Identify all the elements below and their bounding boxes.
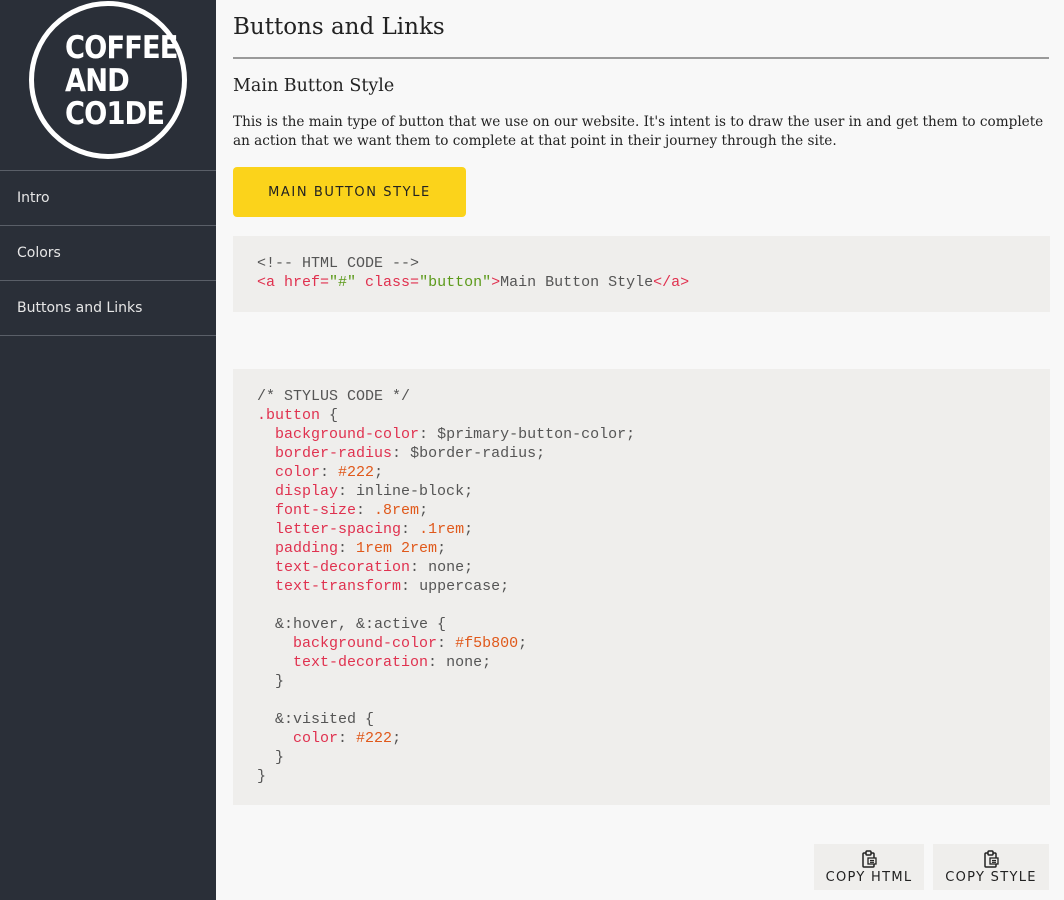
code-property: border-radius — [275, 445, 393, 462]
code-value: uppercase — [419, 578, 501, 595]
code-value: $border-radius — [410, 445, 537, 462]
code-selector: &:visited — [275, 711, 357, 728]
code-text: Main Button Style — [500, 274, 654, 291]
code-value: #f5b800 — [455, 635, 519, 652]
html-code-block[interactable]: <!-- HTML CODE --> <a href="#" class="bu… — [233, 236, 1050, 312]
clipboard-icon — [983, 850, 999, 868]
copy-html-label: COPY HTML — [825, 870, 913, 885]
code-value: none — [446, 654, 483, 671]
code-property: display — [275, 483, 339, 500]
sidebar: COFFEE AND CO1DE Intro Colors Buttons an… — [0, 0, 216, 900]
stylus-code-block[interactable]: /* STYLUS CODE */ .button { background-c… — [233, 369, 1050, 805]
code-value: #222 — [356, 730, 393, 747]
code-open-tag: <a — [257, 274, 285, 291]
code-value: inline-block — [356, 483, 465, 500]
code-value: $primary-button-color — [437, 426, 627, 443]
logo-line-1: COFFEE — [65, 30, 178, 66]
code-value: .8rem — [374, 502, 420, 519]
copy-html-button[interactable]: COPY HTML — [814, 844, 924, 890]
code-selector: &:hover, &:active — [275, 616, 429, 633]
code-value: none — [428, 559, 465, 576]
logo-line-3: CO1DE — [65, 96, 165, 132]
sidebar-item-label: Buttons and Links — [17, 300, 143, 316]
code-property: letter-spacing — [275, 521, 402, 538]
code-property: color — [275, 464, 321, 481]
code-end-tag: </a> — [653, 274, 690, 291]
title-divider — [233, 57, 1049, 59]
code-comment: /* STYLUS CODE */ — [257, 388, 411, 405]
code-val-href: "#" — [329, 274, 357, 291]
section-title: Main Button Style — [233, 76, 395, 96]
code-property: background-color — [275, 426, 420, 443]
code-attr-class: class= — [356, 274, 420, 291]
code-property: text-decoration — [293, 654, 429, 671]
code-value: .1rem — [419, 521, 465, 538]
main-button-example[interactable]: MAIN BUTTON STYLE — [233, 167, 466, 217]
logo[interactable]: COFFEE AND CO1DE — [0, 0, 216, 171]
code-property: font-size — [275, 502, 357, 519]
code-property: text-transform — [275, 578, 402, 595]
logo-text: COFFEE AND CO1DE — [65, 30, 178, 132]
code-comment: <!-- HTML CODE --> — [257, 255, 420, 272]
clipboard-icon — [861, 850, 877, 868]
code-tag-close: > — [491, 274, 501, 291]
page-title: Buttons and Links — [233, 14, 445, 40]
sidebar-item-buttons-and-links[interactable]: Buttons and Links — [0, 281, 216, 336]
code-val-class: "button" — [419, 274, 492, 291]
copy-style-label: COPY STYLE — [945, 870, 1037, 885]
sidebar-item-intro[interactable]: Intro — [0, 171, 216, 226]
code-value: 1rem 2rem — [356, 540, 438, 557]
sidebar-item-colors[interactable]: Colors — [0, 226, 216, 281]
code-property: background-color — [293, 635, 438, 652]
code-property: text-decoration — [275, 559, 411, 576]
code-property: color — [293, 730, 339, 747]
logo-line-2: AND — [65, 63, 130, 99]
code-value: #222 — [338, 464, 375, 481]
code-selector: .button — [257, 407, 321, 424]
code-property: padding — [275, 540, 339, 557]
sidebar-item-label: Colors — [17, 245, 61, 261]
sidebar-nav: Intro Colors Buttons and Links — [0, 171, 216, 336]
copy-style-button[interactable]: COPY STYLE — [933, 844, 1049, 890]
sidebar-item-label: Intro — [17, 190, 50, 206]
section-description: This is the main type of button that we … — [233, 114, 1044, 149]
code-attr-href: href= — [284, 274, 330, 291]
